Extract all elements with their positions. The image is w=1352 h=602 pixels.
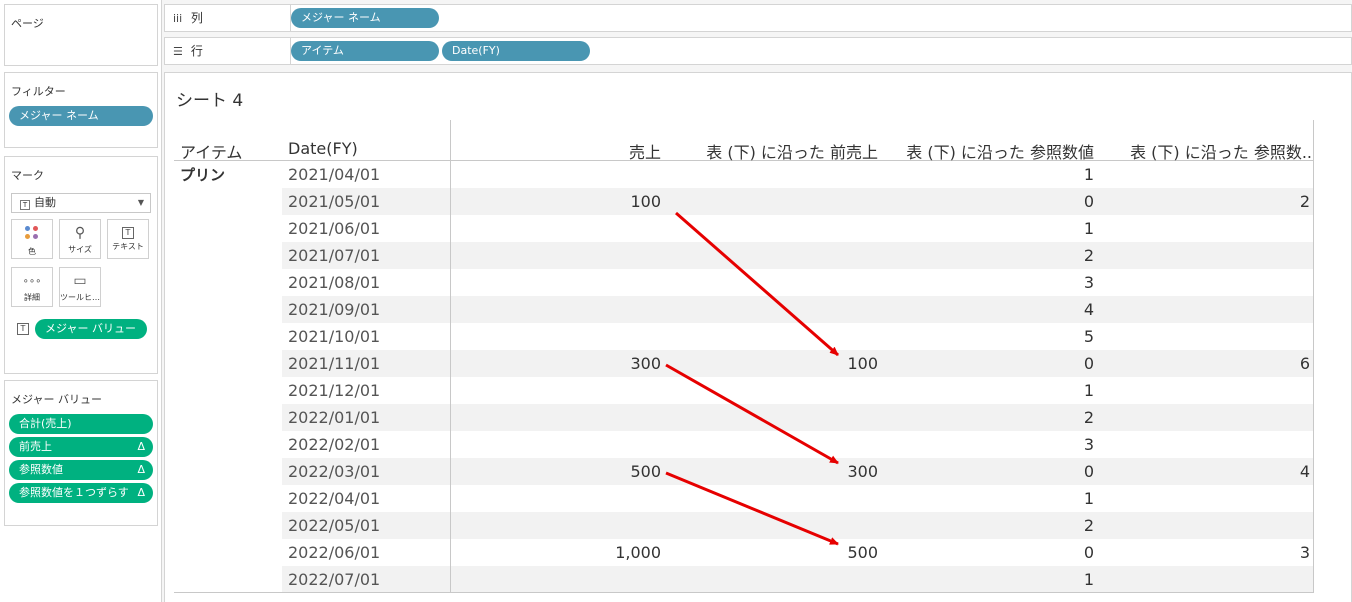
annotation-arrow [675, 211, 839, 357]
annotation-arrow [665, 363, 839, 465]
annotation-arrows [665, 211, 839, 546]
annotation-arrow [665, 471, 839, 546]
